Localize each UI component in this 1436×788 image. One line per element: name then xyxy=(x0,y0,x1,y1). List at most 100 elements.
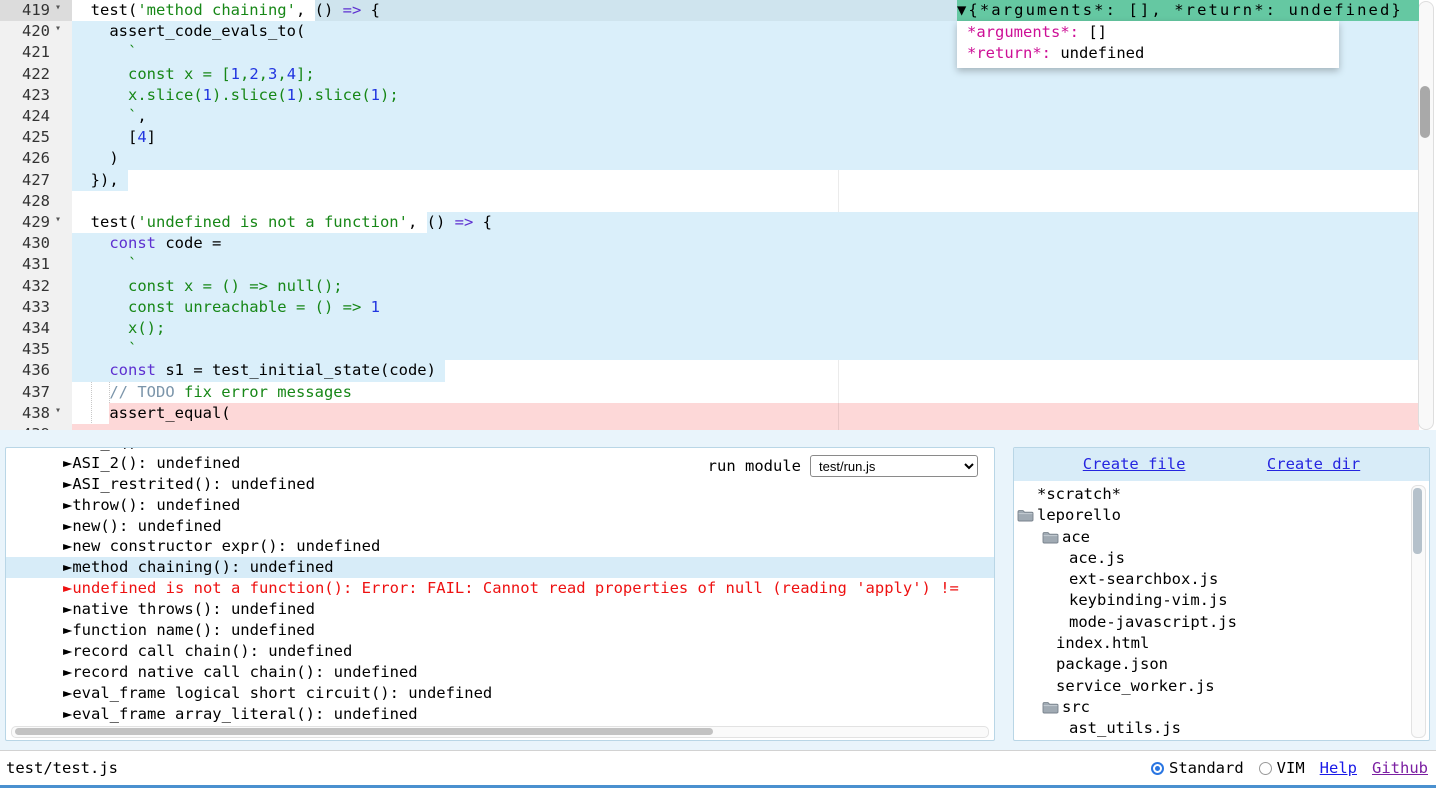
line-number: 438 xyxy=(0,403,50,424)
code-text: const unreachable = () => 1 xyxy=(72,297,380,318)
file-tree-scrollbar[interactable] xyxy=(1411,485,1426,738)
code-line[interactable]: 432 const x = () => null(); xyxy=(0,276,1419,297)
highlight-band xyxy=(109,403,1419,424)
code-text: // TODO fix error messages xyxy=(72,382,352,403)
line-number: 428 xyxy=(0,191,50,212)
highlight-band xyxy=(72,254,1419,275)
line-number: 431 xyxy=(0,254,50,275)
run-module-label: run module xyxy=(708,457,801,475)
highlight-band xyxy=(72,233,1419,254)
line-number: 436 xyxy=(0,360,50,381)
console-horizontal-scrollbar[interactable] xyxy=(11,726,989,738)
test-result-item[interactable]: ►method chaining(): undefined xyxy=(6,557,994,578)
code-line[interactable]: 428 xyxy=(0,191,1419,212)
file-tree-file[interactable]: keybinding-vim.js xyxy=(1014,590,1413,611)
test-result-item[interactable]: ►record call chain(): undefined xyxy=(6,641,994,662)
keybinding-standard-radio[interactable]: Standard xyxy=(1151,759,1244,777)
test-result-item[interactable]: ►function name(): undefined xyxy=(6,620,994,641)
github-link[interactable]: Github xyxy=(1372,759,1428,777)
highlight-band xyxy=(72,339,1419,360)
create-dir-link[interactable]: Create dir xyxy=(1267,448,1360,481)
test-result-item[interactable]: ►native throws(): undefined xyxy=(6,599,994,620)
code-text: x(); xyxy=(72,318,165,339)
file-tree-scrollbar-thumb[interactable] xyxy=(1413,488,1422,554)
code-line[interactable]: 439 xyxy=(0,424,1419,430)
code-line[interactable]: 435 ` xyxy=(0,339,1419,360)
code-line[interactable]: 426 ) xyxy=(0,148,1419,169)
code-line[interactable]: 431 ` xyxy=(0,254,1419,275)
gutter-cell: 438▾ xyxy=(0,403,72,424)
code-line[interactable]: 429▾ test('undefined is not a function',… xyxy=(0,212,1419,233)
gutter-cell: 429▾ xyxy=(0,212,72,233)
help-link[interactable]: Help xyxy=(1320,759,1357,777)
keybinding-vim-radio[interactable]: VIM xyxy=(1259,759,1305,777)
gutter-cell: 423 xyxy=(0,85,72,106)
code-line[interactable]: 434 x(); xyxy=(0,318,1419,339)
line-number: 429 xyxy=(0,212,50,233)
test-results-list: ►ASI_1(): undefined►ASI_2(): undefined►A… xyxy=(6,447,994,724)
file-tree-file[interactable]: service_worker.js xyxy=(1014,676,1413,697)
code-text: ) xyxy=(72,148,119,169)
code-line[interactable]: 430 const code = xyxy=(0,233,1419,254)
line-number: 423 xyxy=(0,85,50,106)
line-number: 422 xyxy=(0,64,50,85)
radio-selected-icon[interactable] xyxy=(1151,762,1164,775)
line-number: 419 xyxy=(0,0,50,21)
code-text: const code = xyxy=(72,233,221,254)
highlight-band xyxy=(427,212,1419,233)
fold-arrow-icon[interactable]: ▾ xyxy=(55,18,61,39)
file-tree-file[interactable]: package.json xyxy=(1014,654,1413,675)
gutter-cell: 427 xyxy=(0,170,72,191)
test-result-item[interactable]: ►eval_frame logical short circuit(): und… xyxy=(6,683,994,704)
line-number: 426 xyxy=(0,148,50,169)
code-text: ` xyxy=(72,339,137,360)
test-result-item[interactable]: ►eval_frame array_literal(): undefined xyxy=(6,704,994,725)
console-scrollbar-thumb[interactable] xyxy=(15,728,713,735)
code-line[interactable]: 437 // TODO fix error messages xyxy=(0,382,1419,403)
file-tree-file[interactable]: index.html xyxy=(1014,633,1413,654)
file-tree-file[interactable]: ast_utils.js xyxy=(1014,718,1413,739)
line-number: 420 xyxy=(0,21,50,42)
file-tree-file[interactable]: *scratch* xyxy=(1014,484,1413,505)
file-tree-file[interactable]: ext-searchbox.js xyxy=(1014,569,1413,590)
current-file-path: test/test.js xyxy=(6,751,118,785)
gutter-cell: 428 xyxy=(0,191,72,212)
highlight-band xyxy=(72,318,1419,339)
code-line[interactable]: 427 }), xyxy=(0,170,1419,191)
fold-arrow-icon[interactable]: ▾ xyxy=(55,209,61,230)
file-tree-file[interactable]: ace.js xyxy=(1014,548,1413,569)
editor-vertical-scrollbar[interactable] xyxy=(1418,1,1434,430)
test-result-item[interactable]: ►record native call chain(): undefined xyxy=(6,662,994,683)
file-tree-panel: Create file Create dir *scratch*leporell… xyxy=(1013,447,1430,741)
test-result-item[interactable]: ►undefined is not a function(): Error: F… xyxy=(6,578,994,599)
file-tree-header: Create file Create dir xyxy=(1014,448,1429,481)
gutter-cell: 431 xyxy=(0,254,72,275)
code-line[interactable]: 424 `, xyxy=(0,106,1419,127)
file-tree-folder[interactable]: leporello xyxy=(1014,505,1413,526)
fold-arrow-icon[interactable]: ▾ xyxy=(55,400,61,421)
test-result-item[interactable]: ►new constructor expr(): undefined xyxy=(6,536,994,557)
file-tree-folder[interactable]: src xyxy=(1014,697,1413,718)
code-line[interactable]: 425 [4] xyxy=(0,127,1419,148)
value-inspector-body: *arguments*: []*return*: undefined xyxy=(957,21,1339,67)
code-line[interactable]: 436 const s1 = test_initial_state(code) xyxy=(0,360,1419,381)
create-file-link[interactable]: Create file xyxy=(1083,448,1186,481)
value-inspector-header[interactable]: ▼{*arguments*: [], *return*: undefined} xyxy=(957,0,1419,21)
code-text: const x = () => null(); xyxy=(72,276,343,297)
code-line[interactable]: 423 x.slice(1).slice(1).slice(1); xyxy=(0,85,1419,106)
line-number: 433 xyxy=(0,297,50,318)
line-number: 424 xyxy=(0,106,50,127)
code-line[interactable]: 438▾ assert_equal( xyxy=(0,403,1419,424)
radio-unselected-icon[interactable] xyxy=(1259,762,1272,775)
file-tree-file[interactable]: mode-javascript.js xyxy=(1014,612,1413,633)
gutter-cell: 420▾ xyxy=(0,21,72,42)
code-line[interactable]: 433 const unreachable = () => 1 xyxy=(0,297,1419,318)
code-editor[interactable]: 419▾ test('method chaining', () => {420▾… xyxy=(0,0,1436,430)
test-result-item[interactable]: ►throw(): undefined xyxy=(6,495,994,516)
run-module-select[interactable]: test/run.js xyxy=(810,455,978,477)
highlight-band xyxy=(72,424,1419,430)
editor-scrollbar-thumb[interactable] xyxy=(1420,86,1430,138)
file-tree-folder[interactable]: ace xyxy=(1014,527,1413,548)
test-result-item[interactable]: ►new(): undefined xyxy=(6,516,994,537)
fold-arrow-icon[interactable]: ▾ xyxy=(55,0,61,18)
